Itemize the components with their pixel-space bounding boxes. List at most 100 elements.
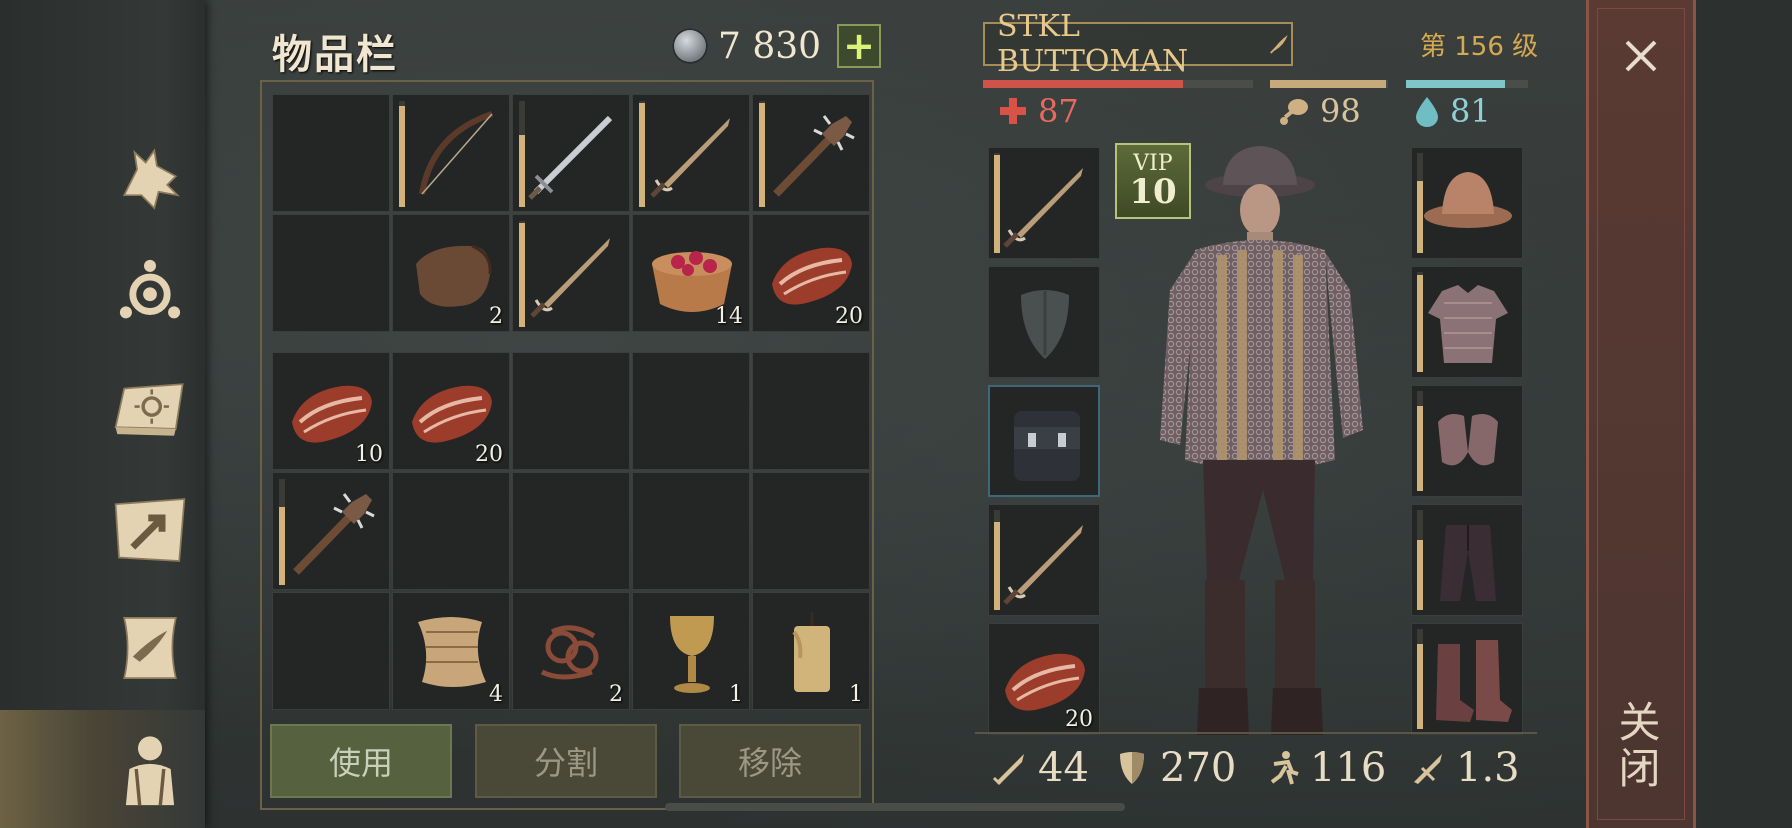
- inventory-slot[interactable]: [512, 472, 630, 590]
- player-level: 第 156 级: [1420, 32, 1539, 62]
- equipment-slot-right[interactable]: [1411, 385, 1523, 497]
- right-margin: [1696, 0, 1792, 828]
- equipment-slot-right[interactable]: [1411, 504, 1523, 616]
- item-count: 20: [1065, 707, 1093, 732]
- speed-icon: [1270, 751, 1299, 785]
- inventory-slot[interactable]: [752, 472, 870, 590]
- combat-stat-value: 1.3: [1456, 745, 1520, 791]
- item-count: 4: [489, 682, 503, 707]
- water-stat: 81: [1414, 92, 1491, 130]
- inventory-slot[interactable]: [272, 592, 390, 710]
- item-count: 10: [355, 442, 383, 467]
- inventory-slot[interactable]: [632, 472, 750, 590]
- close-label[interactable]: 关闭: [1612, 700, 1667, 792]
- nav-quests-button[interactable]: [100, 598, 200, 698]
- item-count: 2: [609, 682, 623, 707]
- character-model: [1160, 146, 1363, 735]
- combat-stat: 1.3: [1408, 745, 1520, 791]
- spiked-club-icon: [773, 115, 855, 197]
- backpack-icon: [1014, 411, 1080, 481]
- player-name-box[interactable]: STKL BUTTOMAN: [983, 9, 1293, 79]
- inventory-slot[interactable]: [272, 472, 390, 590]
- kettle-helmet-icon: [1424, 172, 1512, 228]
- inventory-slot[interactable]: [632, 94, 750, 212]
- close-panel[interactable]: 关闭: [1586, 0, 1696, 828]
- nav-character-button[interactable]: [0, 710, 205, 828]
- skills-icon: [119, 259, 181, 319]
- equipment-slot-right[interactable]: [1411, 266, 1523, 378]
- equipment-slot-right[interactable]: [1411, 623, 1523, 735]
- spiked-club-icon: [293, 493, 375, 575]
- inventory-slot[interactable]: [272, 214, 390, 332]
- attack-icon: [992, 754, 1024, 786]
- character-silhouette-icon: [125, 736, 175, 806]
- currency-value: 7 830: [718, 25, 822, 67]
- map-icon: [114, 498, 186, 562]
- inventory-slot[interactable]: 1: [632, 592, 750, 710]
- sun-book-icon: [114, 383, 184, 436]
- inventory-slot[interactable]: 20: [392, 352, 510, 470]
- close-icon[interactable]: [1621, 36, 1661, 76]
- water-drop-icon: [1416, 97, 1438, 127]
- inventory-slot[interactable]: [512, 94, 630, 212]
- nav-skills-button[interactable]: [100, 240, 200, 340]
- item-count: 2: [489, 304, 503, 329]
- rope-icon: [540, 625, 599, 680]
- inventory-slot[interactable]: 10: [272, 352, 390, 470]
- equipment-slot-left[interactable]: 20: [988, 623, 1100, 735]
- equipment-slot-left[interactable]: [988, 147, 1100, 259]
- nav-wolf-button[interactable]: [100, 128, 200, 228]
- inventory-slot[interactable]: 14: [632, 214, 750, 332]
- health-bar: [983, 80, 1253, 88]
- equipment-slot-right[interactable]: [1411, 147, 1523, 259]
- inventory-slot[interactable]: 4: [392, 592, 510, 710]
- inventory-slot[interactable]: 1: [752, 592, 870, 710]
- trousers-icon: [1440, 525, 1496, 601]
- inventory-slot[interactable]: 20: [752, 214, 870, 332]
- armor-icon: [1120, 752, 1144, 784]
- inventory-slot[interactable]: 2: [512, 592, 630, 710]
- health-value: 87: [1038, 92, 1079, 130]
- equipment-slot-left[interactable]: [988, 385, 1100, 497]
- split-button[interactable]: 分割: [475, 724, 657, 798]
- water-bar: [1406, 80, 1528, 88]
- scroll-quill-icon: [123, 617, 177, 679]
- plus-icon: +: [843, 24, 875, 68]
- inventory-slot[interactable]: [392, 94, 510, 212]
- inventory-slot[interactable]: 2: [392, 214, 510, 332]
- inventory-slot[interactable]: [392, 472, 510, 590]
- use-button[interactable]: 使用: [270, 724, 452, 798]
- edit-quill-icon[interactable]: [1268, 31, 1291, 57]
- inventory-slot[interactable]: [752, 352, 870, 470]
- short-sword-icon: [1003, 168, 1083, 248]
- cloth-icon: [418, 617, 486, 687]
- stats-divider: [975, 732, 1537, 734]
- short-sword-icon: [1003, 525, 1083, 605]
- equipment-slot-left[interactable]: [988, 266, 1100, 378]
- inventory-slot[interactable]: [632, 352, 750, 470]
- item-count: 14: [715, 304, 743, 329]
- water-value: 81: [1450, 92, 1491, 130]
- chain-gloves-icon: [1438, 414, 1498, 466]
- item-count: 1: [849, 682, 863, 707]
- close-panel-border: [1597, 8, 1685, 820]
- combat-stat-value: 44: [1038, 745, 1089, 791]
- equipment-slot-left[interactable]: [988, 504, 1100, 616]
- nav-map-button[interactable]: [100, 480, 200, 580]
- inventory-slot[interactable]: [512, 214, 630, 332]
- inventory-slot[interactable]: [752, 94, 870, 212]
- combat-stat-value: 116: [1310, 745, 1387, 791]
- item-count: 20: [475, 442, 503, 467]
- add-currency-button[interactable]: +: [837, 24, 882, 68]
- weight-icon: [1414, 754, 1442, 784]
- nav-recipes-button[interactable]: [100, 360, 200, 460]
- inventory-slot[interactable]: [272, 94, 390, 212]
- combat-stat: 44: [990, 745, 1089, 791]
- combat-stat: 116: [1262, 745, 1386, 791]
- remove-button[interactable]: 移除: [679, 724, 861, 798]
- candle-icon: [792, 612, 830, 692]
- drumstick-icon: [1280, 99, 1308, 125]
- scrollbar[interactable]: [665, 803, 1125, 811]
- health-cross-icon: [1000, 98, 1026, 124]
- inventory-slot[interactable]: [512, 352, 630, 470]
